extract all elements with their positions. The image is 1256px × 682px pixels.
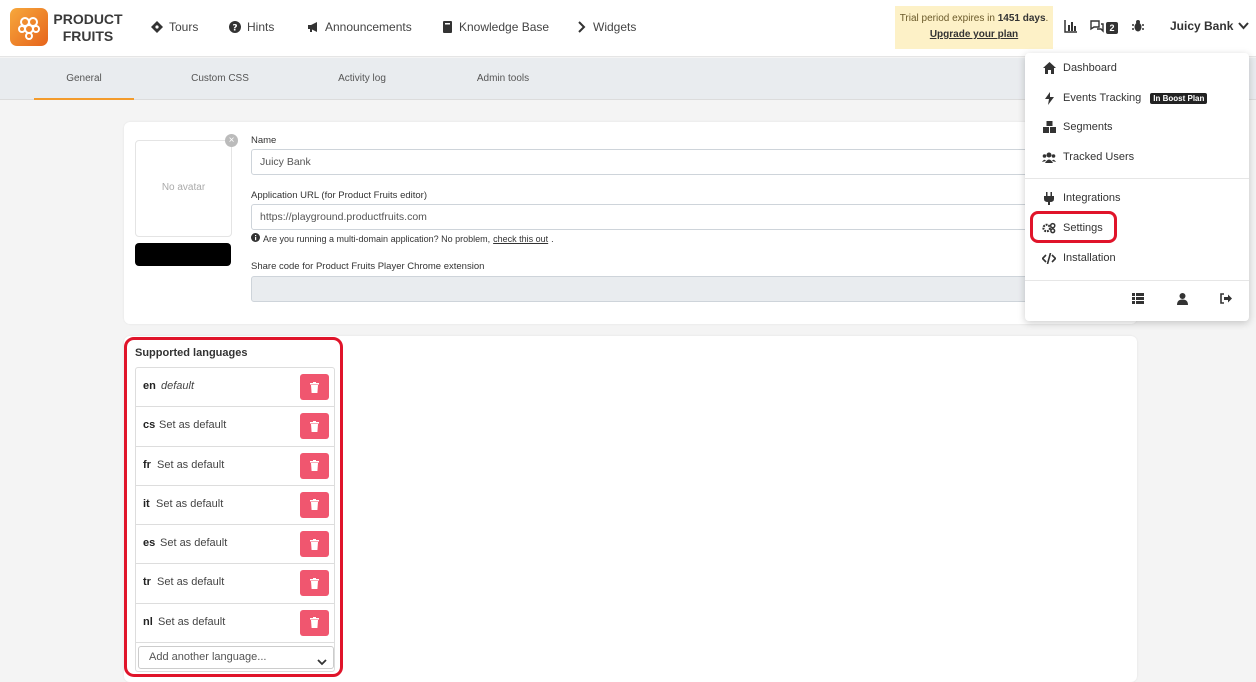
multi-domain-hint: Are you running a multi-domain applicati… xyxy=(251,233,554,244)
menu-item-dashboard[interactable]: Dashboard xyxy=(1042,61,1117,75)
trial-prefix: Trial period expires in xyxy=(899,13,998,24)
menu-item-segments[interactable]: Segments xyxy=(1042,120,1113,134)
brand-name: PRODUCT FRUITS xyxy=(53,11,123,45)
tab-general[interactable]: General xyxy=(34,58,134,100)
info-circle-icon xyxy=(251,233,260,244)
users-icon xyxy=(1042,150,1056,164)
hint-end: . xyxy=(551,233,554,244)
chevron-down-icon xyxy=(1238,19,1250,33)
nav-knowledge-base-label: Knowledge Base xyxy=(459,20,550,34)
bolt-icon xyxy=(1042,91,1056,105)
book-icon xyxy=(440,20,454,34)
remove-avatar-close-icon[interactable]: × xyxy=(225,134,238,147)
trial-days: 1451 days xyxy=(997,13,1046,24)
boost-plan-badge: In Boost Plan xyxy=(1150,92,1208,104)
avatar-placeholder: No avatar xyxy=(135,140,232,237)
share-code-input xyxy=(251,276,1041,302)
nav-knowledge-base[interactable]: Knowledge Base xyxy=(440,20,549,34)
comments-icon[interactable] xyxy=(1089,19,1105,35)
nav-hints-label: Hints xyxy=(247,20,275,34)
menu-item-label: Installation xyxy=(1063,252,1116,264)
nav-tours-label: Tours xyxy=(169,20,199,34)
analytics-chart-icon[interactable] xyxy=(1064,19,1080,35)
menu-item-label: Dashboard xyxy=(1063,62,1117,74)
app-url-label: Application URL (for Product Fruits edit… xyxy=(251,190,427,201)
nav-tours[interactable]: Tours xyxy=(150,20,198,34)
name-input[interactable]: Juicy Bank xyxy=(251,149,1041,175)
menu-item-label: Integrations xyxy=(1063,192,1121,204)
user-icon[interactable] xyxy=(1177,293,1191,307)
grapes-icon xyxy=(18,17,40,40)
megaphone-icon xyxy=(306,20,320,34)
nav-announcements-label: Announcements xyxy=(325,20,412,34)
settings-highlight-outline xyxy=(1030,211,1117,243)
product-fruits-logo[interactable] xyxy=(10,8,48,46)
menu-item-label: Segments xyxy=(1063,121,1113,133)
chevron-right-icon xyxy=(574,20,588,34)
tab-activity-log[interactable]: Activity log xyxy=(312,58,412,100)
share-code-label: Share code for Product Fruits Player Chr… xyxy=(251,261,485,272)
list-icon[interactable] xyxy=(1132,293,1146,307)
app-url-input[interactable]: https://playground.productfruits.com xyxy=(251,204,1041,230)
top-navbar: PRODUCT FRUITS Tours ? Hints Announcemen… xyxy=(0,0,1256,57)
menu-item-tracked-users[interactable]: Tracked Users xyxy=(1042,150,1134,164)
menu-item-installation[interactable]: Installation xyxy=(1042,251,1116,265)
languages-highlight-outline xyxy=(124,337,343,677)
nav-hints[interactable]: ? Hints xyxy=(228,20,274,34)
hint-text: Are you running a multi-domain applicati… xyxy=(263,233,491,244)
question-circle-icon: ? xyxy=(228,20,242,34)
sign-out-icon[interactable] xyxy=(1220,293,1234,307)
trial-banner: Trial period expires in 1451 days. Upgra… xyxy=(895,6,1053,49)
upload-avatar-button[interactable] xyxy=(135,243,231,266)
menu-divider xyxy=(1025,280,1249,281)
nav-widgets[interactable]: Widgets xyxy=(574,20,636,34)
svg-text:?: ? xyxy=(232,24,237,34)
menu-divider xyxy=(1025,178,1249,179)
account-name: Juicy Bank xyxy=(1170,19,1234,33)
tab-custom-css[interactable]: Custom CSS xyxy=(170,58,270,100)
brand-line-1: PRODUCT xyxy=(53,11,123,27)
check-this-out-link[interactable]: check this out xyxy=(493,234,548,244)
trial-suffix: . xyxy=(1045,13,1049,24)
trial-text: Trial period expires in 1451 days. xyxy=(895,11,1053,27)
menu-item-events-tracking[interactable]: Events Tracking In Boost Plan xyxy=(1042,91,1208,105)
notification-count-badge: 2 xyxy=(1106,22,1118,34)
home-icon xyxy=(1042,61,1056,75)
menu-item-integrations[interactable]: Integrations xyxy=(1042,191,1120,205)
compass-icon xyxy=(150,20,164,34)
brand-line-2: FRUITS xyxy=(62,28,114,44)
plug-icon xyxy=(1042,191,1056,205)
bug-icon[interactable] xyxy=(1131,19,1147,35)
code-icon xyxy=(1042,251,1056,265)
upgrade-plan-link[interactable]: Upgrade your plan xyxy=(895,27,1053,43)
tab-admin-tools[interactable]: Admin tools xyxy=(453,58,553,100)
name-label: Name xyxy=(251,135,277,146)
nav-announcements[interactable]: Announcements xyxy=(306,20,412,34)
account-dropdown-menu: Dashboard Events Tracking In Boost Plan … xyxy=(1025,53,1249,321)
menu-item-label: Events Tracking xyxy=(1063,92,1142,104)
account-menu-toggle[interactable]: Juicy Bank xyxy=(1170,19,1250,33)
nav-widgets-label: Widgets xyxy=(593,20,637,34)
menu-item-label: Tracked Users xyxy=(1063,151,1135,163)
cubes-icon xyxy=(1042,120,1056,134)
